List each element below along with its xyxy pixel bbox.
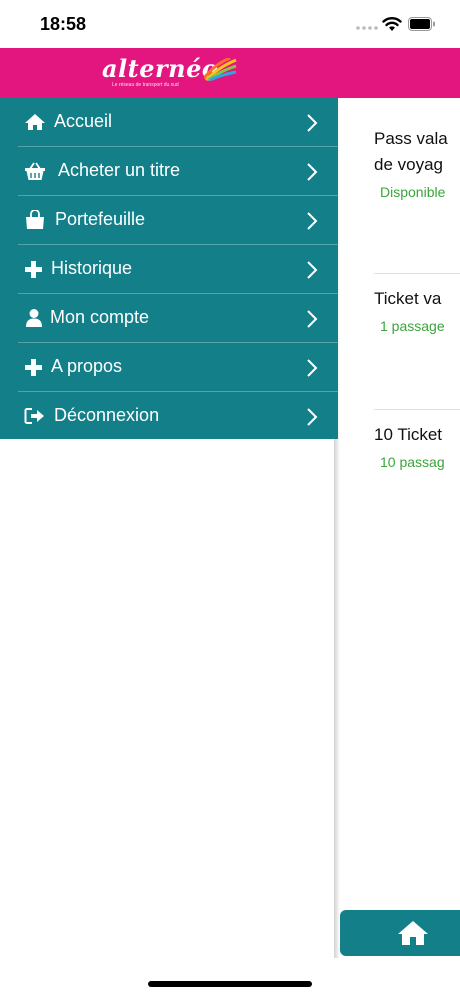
menu-item-a-propos[interactable]: A propos bbox=[18, 343, 338, 392]
chevron-right-icon bbox=[307, 310, 318, 328]
ticket-list: Pass vala de voyag Disponible Ticket va … bbox=[338, 98, 460, 958]
basket-icon bbox=[25, 162, 45, 180]
ticket-title: 10 Ticket bbox=[374, 425, 443, 444]
menu-item-label: Acheter un titre bbox=[58, 160, 181, 180]
menu-item-deconnexion[interactable]: Déconnexion bbox=[18, 392, 338, 441]
status-time: 18:58 bbox=[40, 14, 87, 34]
home-indicator[interactable] bbox=[148, 981, 312, 987]
menu-item-mon-compte[interactable]: Mon compte bbox=[18, 294, 338, 343]
menu-item-label: Mon compte bbox=[50, 307, 150, 327]
ticket-title: Ticket va bbox=[374, 289, 442, 308]
cellular-signal-icon bbox=[356, 26, 378, 30]
list-item[interactable]: Ticket va 1 passage bbox=[374, 286, 460, 334]
logo-text: alternéo bbox=[102, 54, 219, 83]
chevron-right-icon bbox=[307, 114, 318, 132]
ticket-status: Disponible bbox=[380, 184, 446, 200]
menu-item-portefeuille[interactable]: Portefeuille bbox=[18, 196, 338, 245]
content-header-bar bbox=[338, 48, 460, 98]
menu-item-acheter[interactable]: Acheter un titre bbox=[18, 147, 338, 196]
drawer-menu: Accueil Acheter un titre Portefeuille Hi… bbox=[0, 98, 338, 439]
plus-icon bbox=[25, 359, 42, 376]
plus-icon bbox=[25, 261, 42, 278]
divider bbox=[374, 273, 460, 274]
list-item[interactable]: 10 Ticket 10 passag bbox=[374, 422, 460, 470]
battery-icon bbox=[408, 17, 435, 31]
menu-item-label: Portefeuille bbox=[55, 209, 146, 229]
home-tab-button[interactable] bbox=[340, 910, 460, 956]
menu-item-label: A propos bbox=[51, 356, 123, 376]
bag-icon bbox=[26, 210, 44, 229]
brand-logo: alternéo Le réseau de transport du sud bbox=[100, 54, 240, 92]
logo-feather-icon bbox=[204, 58, 237, 82]
menu-item-historique[interactable]: Historique bbox=[18, 245, 338, 294]
logo-tagline: Le réseau de transport du sud bbox=[112, 82, 179, 88]
chevron-right-icon bbox=[307, 212, 318, 230]
chevron-right-icon bbox=[307, 359, 318, 377]
home-icon bbox=[25, 114, 45, 130]
wifi-icon bbox=[382, 17, 402, 31]
drawer-header: alternéo Le réseau de transport du sud bbox=[0, 48, 338, 98]
divider bbox=[374, 409, 460, 410]
menu-item-label: Déconnexion bbox=[54, 405, 160, 425]
ticket-title-line2: de voyag bbox=[374, 155, 443, 174]
menu-item-label: Historique bbox=[51, 258, 133, 278]
user-icon bbox=[26, 309, 42, 327]
ticket-title: Pass vala bbox=[374, 129, 448, 148]
status-bar: 18:58 bbox=[0, 0, 460, 50]
signout-icon bbox=[24, 408, 44, 424]
list-item[interactable]: Pass vala de voyag Disponible bbox=[374, 126, 460, 200]
chevron-right-icon bbox=[307, 163, 318, 181]
ticket-status: 10 passag bbox=[380, 454, 445, 470]
menu-item-accueil[interactable]: Accueil bbox=[18, 98, 338, 147]
ticket-status: 1 passage bbox=[380, 318, 445, 334]
chevron-right-icon bbox=[307, 408, 318, 426]
home-icon bbox=[398, 921, 428, 945]
chevron-right-icon bbox=[307, 261, 318, 279]
menu-item-label: Accueil bbox=[54, 111, 113, 131]
